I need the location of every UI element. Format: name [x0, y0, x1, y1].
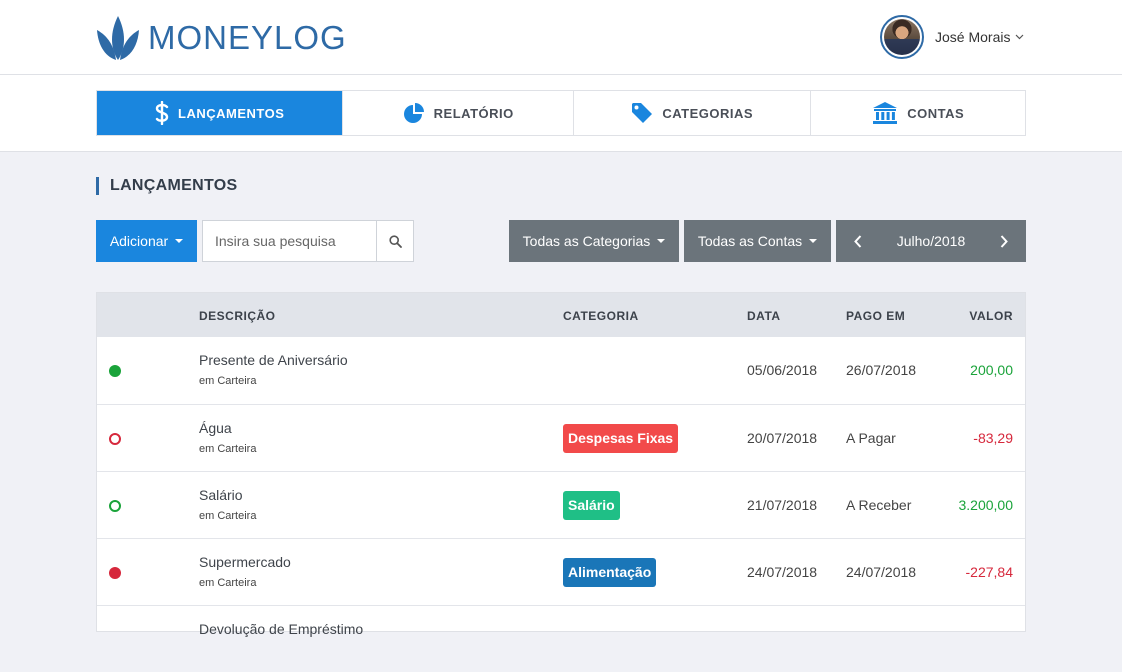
table-row[interactable]: Presente de Aniversário em Carteira 05/0…	[97, 337, 1025, 404]
row-title[interactable]: Devolução de Empréstimo	[199, 621, 363, 637]
next-month-button[interactable]	[994, 220, 1014, 262]
caret-down-icon	[175, 239, 184, 243]
header-date[interactable]: DATA	[747, 309, 781, 323]
row-account: em Carteira	[199, 510, 257, 522]
row-date: 21/07/2018	[747, 497, 818, 513]
row-title[interactable]: Salário	[199, 487, 256, 503]
tab-lancamentos[interactable]: LANÇAMENTOS	[97, 91, 344, 135]
app-logo[interactable]: MONEYLOG	[96, 14, 347, 62]
search-button[interactable]	[376, 221, 413, 261]
categories-filter-dropdown[interactable]: Todas as Categorias	[509, 220, 679, 262]
add-button[interactable]: Adicionar	[96, 220, 197, 262]
tag-icon	[631, 102, 653, 124]
row-description: Salário em Carteira	[199, 487, 256, 522]
table-header: DESCRIÇÃO CATEGORIA DATA PAGO EM VALOR	[97, 293, 1025, 337]
user-name: José Morais	[935, 29, 1011, 45]
tab-contas[interactable]: CONTAS	[811, 91, 1025, 135]
table-body: Presente de Aniversário em Carteira 05/0…	[97, 337, 1025, 672]
row-paid: 26/07/2018	[846, 362, 917, 378]
status-dot-icon[interactable]	[109, 433, 121, 445]
table-row[interactable]: Supermercado em Carteira Alimentação 24/0…	[97, 538, 1025, 605]
row-account: em Carteira	[199, 577, 257, 589]
row-value: -227,84	[965, 564, 1013, 580]
top-bar: MONEYLOG José Morais	[0, 0, 1122, 75]
tab-label: LANÇAMENTOS	[178, 105, 285, 121]
row-date: 05/06/2018	[747, 362, 818, 378]
row-description: Água em Carteira	[199, 420, 256, 455]
chevron-right-icon	[1000, 234, 1008, 248]
row-paid: A Receber	[846, 497, 912, 513]
row-title[interactable]: Supermercado	[199, 554, 291, 570]
dollar-icon	[155, 101, 169, 125]
search-box	[202, 220, 414, 262]
table-row[interactable]: Salário em Carteira Salário 21/07/2018 A R…	[97, 471, 1025, 538]
row-date: 20/07/2018	[747, 430, 818, 446]
tab-label: CONTAS	[907, 105, 965, 121]
caret-down-icon	[657, 239, 666, 243]
row-title[interactable]: Água	[199, 420, 256, 436]
category-badge: Alimentação	[563, 558, 657, 587]
row-description: Devolução de Empréstimo	[199, 621, 363, 644]
categories-filter-label: Todas as Categorias	[522, 233, 651, 249]
transactions-table: DESCRIÇÃO CATEGORIA DATA PAGO EM VALOR P…	[96, 292, 1026, 637]
header-paid[interactable]: PAGO EM	[846, 309, 905, 323]
status-dot-icon[interactable]	[109, 500, 121, 512]
prev-month-button[interactable]	[848, 220, 868, 262]
tab-relatorio[interactable]: RELATÓRIO	[343, 91, 574, 135]
row-paid: A Pagar	[846, 430, 896, 446]
row-paid: 24/07/2018	[846, 564, 917, 580]
accounts-filter-dropdown[interactable]: Todas as Contas	[684, 220, 831, 262]
nav-band: LANÇAMENTOS RELATÓRIO CATEGORIAS CONTAS	[0, 75, 1122, 152]
table-row[interactable]: Devolução de Empréstimo	[97, 605, 1025, 672]
header-category[interactable]: CATEGORIA	[563, 309, 639, 323]
row-date: 24/07/2018	[747, 564, 818, 580]
tab-label: RELATÓRIO	[433, 105, 514, 121]
month-selector: Julho/2018	[836, 220, 1026, 262]
tab-label: CATEGORIAS	[662, 105, 754, 121]
page-title: LANÇAMENTOS	[96, 177, 237, 195]
add-button-label: Adicionar	[109, 233, 169, 249]
month-label: Julho/2018	[896, 233, 966, 249]
table-row[interactable]: Água em Carteira Despesas Fixas 20/07/201…	[97, 404, 1025, 471]
user-menu[interactable]: José Morais	[880, 15, 1024, 59]
row-value: -83,29	[973, 430, 1013, 446]
category-badge: Salário	[563, 491, 620, 520]
leaf-logo-icon	[97, 16, 139, 60]
avatar[interactable]	[880, 15, 924, 59]
header-value[interactable]: VALOR	[969, 309, 1013, 323]
row-description: Presente de Aniversário em Carteira	[199, 352, 348, 387]
pie-chart-icon	[403, 102, 425, 124]
row-account: em Carteira	[199, 375, 257, 387]
accounts-filter-label: Todas as Contas	[697, 233, 803, 249]
bank-icon	[872, 101, 898, 125]
app-name: MONEYLOG	[148, 19, 347, 56]
row-account: em Carteira	[199, 443, 257, 455]
tab-categorias[interactable]: CATEGORIAS	[574, 91, 812, 135]
header-description[interactable]: DESCRIÇÃO	[199, 309, 276, 323]
status-dot-icon[interactable]	[109, 365, 121, 377]
search-input[interactable]	[203, 221, 376, 261]
caret-down-icon	[809, 239, 818, 243]
search-icon	[388, 234, 402, 248]
main-tabs: LANÇAMENTOS RELATÓRIO CATEGORIAS CONTAS	[96, 90, 1026, 136]
row-value: 200,00	[970, 362, 1013, 378]
status-dot-icon[interactable]	[109, 567, 121, 579]
row-title[interactable]: Presente de Aniversário	[199, 352, 348, 368]
chevron-down-icon	[1016, 34, 1024, 40]
chevron-left-icon	[854, 234, 862, 248]
row-description: Supermercado em Carteira	[199, 554, 291, 589]
category-badge: Despesas Fixas	[563, 424, 679, 453]
row-value: 3.200,00	[958, 497, 1014, 513]
